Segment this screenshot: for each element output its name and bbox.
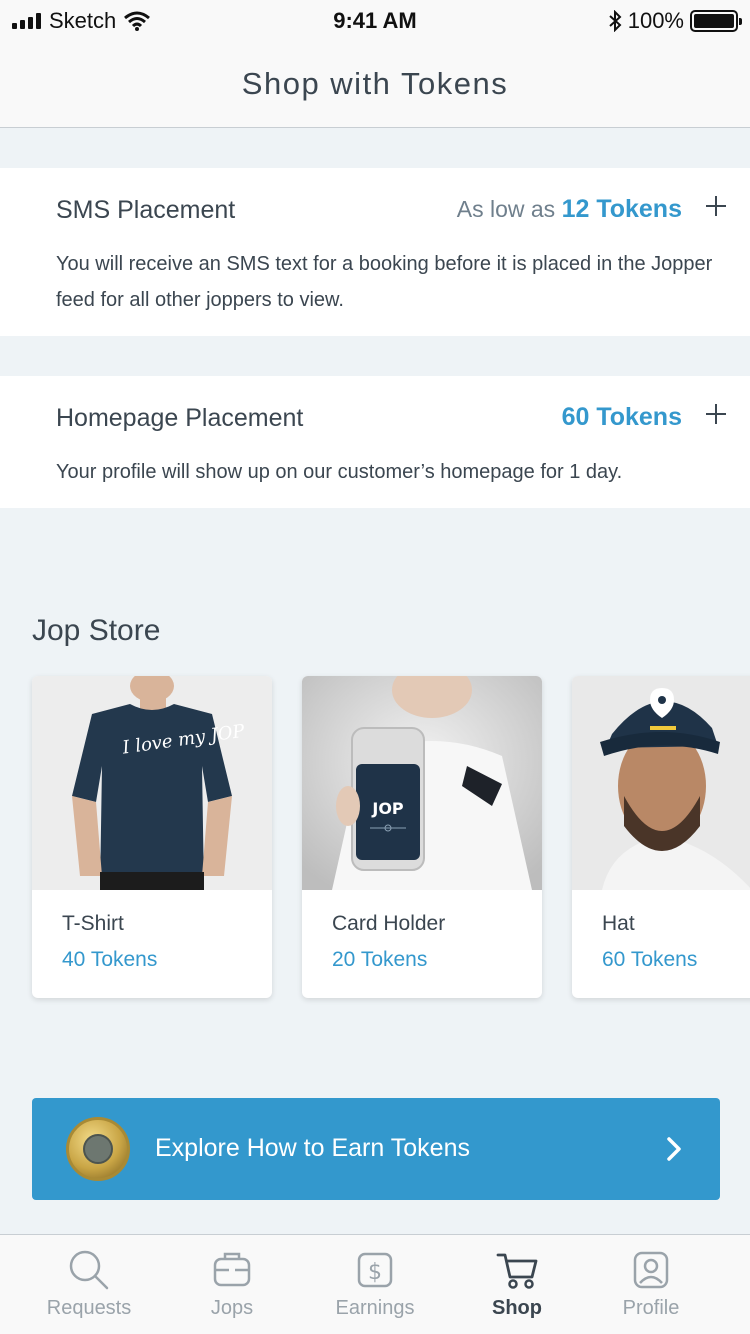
battery-percent: 100% xyxy=(627,8,684,33)
briefcase-icon xyxy=(213,1252,251,1287)
profile-icon xyxy=(633,1251,669,1289)
tab-label: Jops xyxy=(210,1297,254,1319)
page-title: Shop with Tokens xyxy=(241,65,509,101)
token-coin-icon xyxy=(66,1117,130,1181)
plus-icon[interactable] xyxy=(704,402,728,426)
svg-text:$: $ xyxy=(368,1260,382,1285)
item-price: 40 Tokens xyxy=(62,948,158,971)
status-right: 100% xyxy=(608,8,742,34)
battery-level xyxy=(694,14,734,28)
store-item-tshirt[interactable]: I love my JOP T-Shirt 40 Tokens xyxy=(32,676,272,998)
hat-image xyxy=(572,676,750,890)
item-price: 20 Tokens xyxy=(332,948,428,971)
item-name: T-Shirt xyxy=(62,912,124,935)
tab-shop[interactable]: Shop xyxy=(442,1235,592,1334)
tshirt-image: I love my JOP xyxy=(32,676,272,890)
tab-profile[interactable]: Profile xyxy=(576,1235,726,1334)
tab-jops[interactable]: Jops xyxy=(157,1235,307,1334)
cart-icon xyxy=(496,1253,538,1289)
price-tokens: 60 Tokens xyxy=(561,403,682,431)
placement-title: Homepage Placement xyxy=(56,404,304,432)
card-holder-print: JOP xyxy=(371,799,404,818)
navigation-bar: Shop with Tokens xyxy=(0,40,750,128)
placement-description: You will receive an SMS text for a booki… xyxy=(56,253,713,311)
store-item-hat[interactable]: Hat 60 Tokens xyxy=(572,676,750,998)
card-holder-image: JOP xyxy=(302,676,542,890)
explore-label: Explore How to Earn Tokens xyxy=(155,1134,470,1162)
price-tokens: 12 Tokens xyxy=(561,195,682,223)
placement-description: Your profile will show up on our custome… xyxy=(56,461,623,483)
tab-label: Profile xyxy=(622,1297,680,1319)
bluetooth-icon xyxy=(609,10,622,32)
chevron-right-icon xyxy=(667,1137,681,1161)
tab-label: Requests xyxy=(46,1297,132,1319)
item-price: 60 Tokens xyxy=(602,948,698,971)
item-name: Card Holder xyxy=(332,912,446,935)
explore-earn-tokens-button[interactable]: Explore How to Earn Tokens xyxy=(32,1098,720,1200)
placement-price: As low as 12 Tokens xyxy=(457,195,682,224)
tab-earnings[interactable]: $ Earnings xyxy=(300,1235,450,1334)
search-icon xyxy=(69,1250,109,1290)
homepage-placement-card[interactable]: Homepage Placement 60 Tokens Your profil… xyxy=(0,376,750,508)
battery-icon xyxy=(690,10,742,32)
price-prefix: As low as xyxy=(456,196,556,222)
tab-label: Earnings xyxy=(335,1297,415,1319)
item-name: Hat xyxy=(602,912,635,935)
sms-placement-card[interactable]: SMS Placement As low as 12 Tokens You wi… xyxy=(0,168,750,336)
tab-bar: Requests Jops $ Earnings Shop Profile xyxy=(0,1234,750,1334)
placement-price: 60 Tokens xyxy=(562,403,682,432)
status-bar: Sketch 9:41 AM 100% xyxy=(0,0,750,40)
store-title: Jop Store xyxy=(32,614,161,647)
store-item-card-holder[interactable]: JOP Card Holder 20 Tokens xyxy=(302,676,542,998)
tab-requests[interactable]: Requests xyxy=(14,1235,164,1334)
plus-icon[interactable] xyxy=(704,194,728,218)
placement-title: SMS Placement xyxy=(56,196,236,224)
tab-label: Shop xyxy=(492,1297,542,1319)
dollar-icon: $ xyxy=(357,1252,393,1288)
